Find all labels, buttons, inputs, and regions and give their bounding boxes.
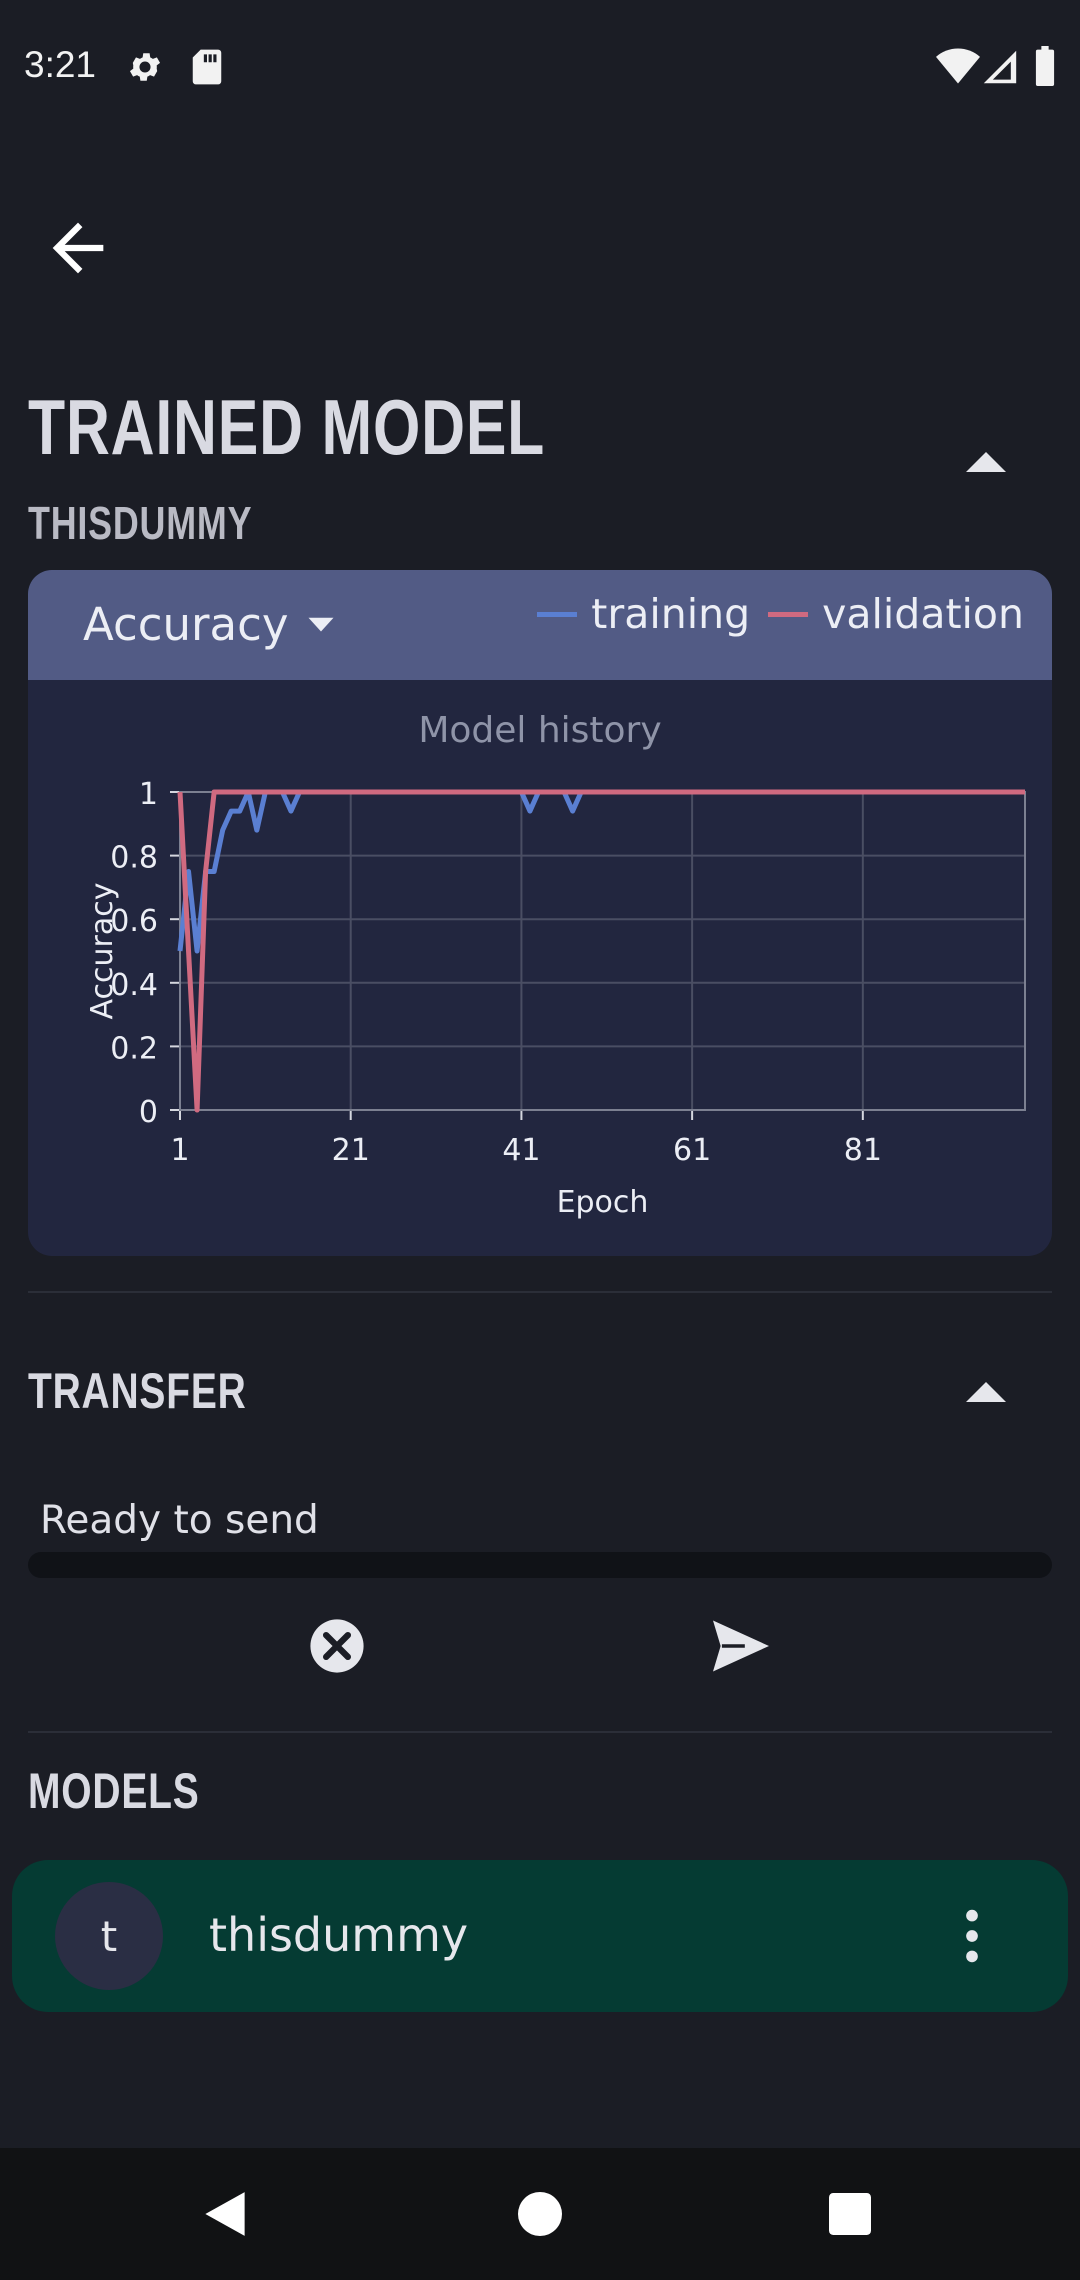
y-axis-label: Accuracy — [85, 883, 120, 1020]
transfer-title: TRANSFER — [28, 1363, 247, 1419]
settings-icon — [129, 53, 161, 81]
legend-training: training — [591, 590, 751, 638]
sd-card-icon — [192, 49, 222, 85]
x-tick-label: 41 — [502, 1133, 540, 1168]
x-tick-label: 61 — [673, 1133, 711, 1168]
cancel-transfer-icon[interactable] — [308, 1617, 366, 1675]
navigation-bar — [0, 2148, 1080, 2280]
back-arrow-icon[interactable] — [40, 210, 116, 286]
divider — [28, 1291, 1052, 1293]
legend-swatch-training — [537, 611, 578, 617]
model-subtitle: THISDUMMY — [28, 497, 253, 549]
model-name: thisdummy — [209, 1908, 469, 1962]
collapse-transfer-icon[interactable] — [956, 1372, 1016, 1412]
plot-frame — [179, 791, 1026, 1111]
transfer-status: Ready to send — [40, 1498, 319, 1543]
page-title: TRAINED MODEL — [28, 383, 546, 471]
series-line-validation — [177, 789, 1025, 1113]
nav-back-icon[interactable] — [203, 2190, 247, 2238]
y-tick-label: 0.8 — [110, 841, 158, 876]
y-tick-label: 0.2 — [110, 1031, 158, 1066]
status-bar: 3:21 — [0, 0, 1080, 135]
legend-validation: validation — [822, 590, 1024, 638]
x-tick-label: 21 — [332, 1133, 370, 1168]
transfer-progress-bar — [28, 1552, 1052, 1578]
divider — [28, 1731, 1052, 1733]
x-tick-label: 1 — [170, 1133, 189, 1168]
legend-swatch-validation — [768, 611, 809, 617]
battery-icon — [1035, 46, 1055, 86]
series-line-training — [177, 789, 1025, 954]
y-tick-label: 1 — [139, 777, 158, 812]
dropdown-arrow-icon — [308, 617, 334, 632]
models-title: MODELS — [28, 1763, 200, 1819]
nav-recents-icon[interactable] — [829, 2193, 871, 2235]
history-chart-card: Accuracy training validation Model histo… — [28, 570, 1052, 1256]
collapse-trained-model-icon[interactable] — [956, 442, 1016, 482]
chart-title: Model history — [418, 710, 661, 751]
send-icon[interactable] — [710, 1618, 772, 1674]
chart-legend: training validation — [537, 590, 1024, 638]
metric-dropdown-label: Accuracy — [83, 597, 289, 651]
metric-dropdown[interactable]: Accuracy — [83, 594, 336, 654]
status-time: 3:21 — [24, 44, 97, 85]
signal-icon — [983, 50, 1017, 84]
more-options-icon[interactable] — [937, 1900, 1007, 1972]
x-tick-label: 81 — [844, 1133, 882, 1168]
wifi-icon — [936, 48, 980, 84]
model-history-chart: Model history00.20.40.60.811 21 41 61 81Epoc… — [85, 710, 1026, 1220]
chart-card-header: Accuracy training validation — [28, 570, 1052, 680]
y-tick-label: 0 — [139, 1095, 158, 1130]
model-list-item[interactable]: t thisdummy — [12, 1860, 1068, 2012]
nav-home-icon[interactable] — [518, 2192, 562, 2236]
model-avatar: t — [55, 1882, 163, 1990]
x-axis-label: Epoch — [557, 1185, 649, 1220]
